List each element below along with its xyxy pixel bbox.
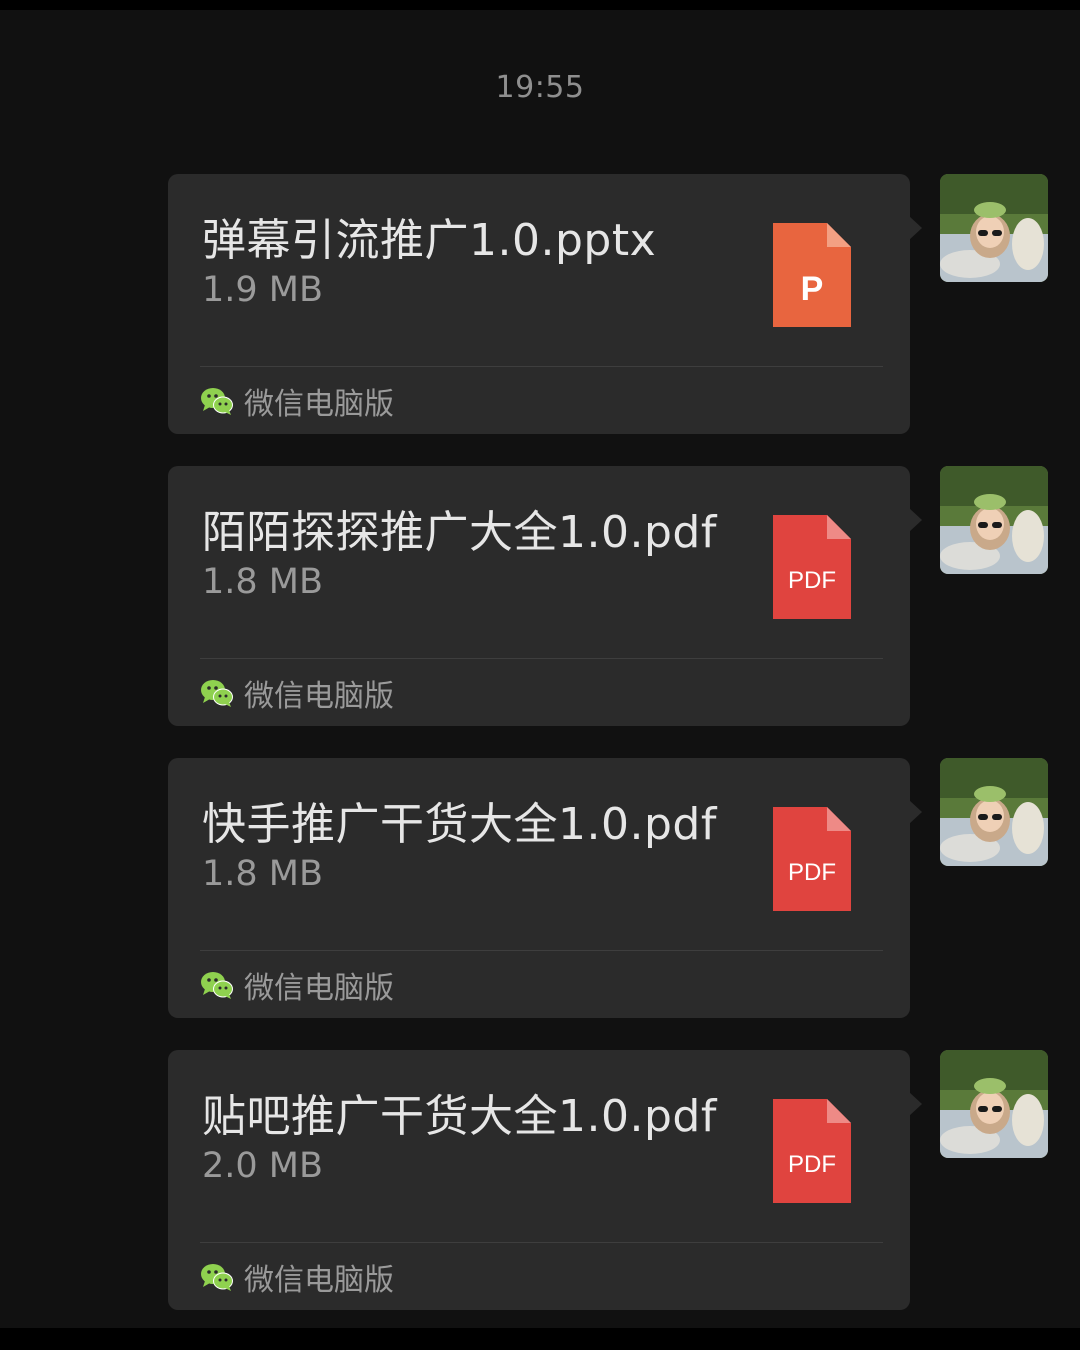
source-app-label: 微信电脑版 (244, 971, 394, 1006)
bubble-tail (909, 216, 922, 240)
file-name: 弹幕引流推广1.0.pptx (202, 215, 657, 266)
avatar[interactable] (940, 466, 1048, 574)
file-message[interactable]: 贴吧推广干货大全1.0.pdf 2.0 MB PDF 微信电脑版 (168, 1050, 922, 1310)
file-icon-label: PDF (788, 1151, 836, 1178)
avatar-image (940, 174, 1048, 282)
divider (200, 366, 883, 367)
avatar-image (940, 758, 1048, 866)
avatar-image (940, 1050, 1048, 1158)
source-app-label: 微信电脑版 (244, 387, 394, 422)
source-app: 微信电脑版 (200, 965, 394, 1006)
status-bar-strip (0, 0, 1080, 10)
wechat-icon (201, 388, 233, 415)
file-message[interactable]: 快手推广干货大全1.0.pdf 1.8 MB PDF 微信电脑版 (168, 758, 922, 1018)
file-message[interactable]: 弹幕引流推广1.0.pptx 1.9 MB P 微信电脑版 (168, 174, 922, 434)
divider (200, 658, 883, 659)
file-name: 快手推广干货大全1.0.pdf (202, 799, 717, 850)
file-icon-label: PDF (788, 567, 836, 594)
divider (200, 950, 883, 951)
wechat-icon (201, 680, 233, 707)
file-message[interactable]: 陌陌探探推广大全1.0.pdf 1.8 MB PDF 微信电脑版 (168, 466, 922, 726)
avatar[interactable] (940, 1050, 1048, 1158)
message-bubble[interactable]: 弹幕引流推广1.0.pptx 1.9 MB P 微信电脑版 (168, 174, 922, 434)
source-app-label: 微信电脑版 (244, 679, 394, 714)
file-name: 贴吧推广干货大全1.0.pdf (202, 1091, 717, 1142)
avatar[interactable] (940, 174, 1048, 282)
source-app-label: 微信电脑版 (244, 1263, 394, 1298)
file-icon-label: PDF (788, 859, 836, 886)
file-size: 2.0 MB (202, 1146, 323, 1186)
wechat-icon (201, 972, 233, 999)
file-name: 陌陌探探推广大全1.0.pdf (202, 507, 717, 558)
message-bubble[interactable]: 陌陌探探推广大全1.0.pdf 1.8 MB PDF 微信电脑版 (168, 466, 922, 726)
pptx-file-icon: P (773, 223, 851, 327)
bottom-strip (0, 1328, 1080, 1350)
source-app: 微信电脑版 (200, 1257, 394, 1298)
bubble-tail (909, 800, 922, 824)
source-app: 微信电脑版 (200, 673, 394, 714)
bubble-tail (909, 1092, 922, 1116)
avatar[interactable] (940, 758, 1048, 866)
source-app: 微信电脑版 (200, 381, 394, 422)
pdf-file-icon: PDF (773, 807, 851, 911)
avatar-image (940, 466, 1048, 574)
wechat-icon (201, 1264, 233, 1291)
file-size: 1.9 MB (202, 270, 323, 310)
divider (200, 1242, 883, 1243)
bubble-tail (909, 508, 922, 532)
file-icon-label: P (801, 270, 824, 308)
file-size: 1.8 MB (202, 854, 323, 894)
file-size: 1.8 MB (202, 562, 323, 602)
message-bubble[interactable]: 快手推广干货大全1.0.pdf 1.8 MB PDF 微信电脑版 (168, 758, 922, 1018)
pdf-file-icon: PDF (773, 1099, 851, 1203)
message-bubble[interactable]: 贴吧推广干货大全1.0.pdf 2.0 MB PDF 微信电脑版 (168, 1050, 922, 1310)
pdf-file-icon: PDF (773, 515, 851, 619)
chat-timestamp: 19:55 (495, 70, 585, 105)
